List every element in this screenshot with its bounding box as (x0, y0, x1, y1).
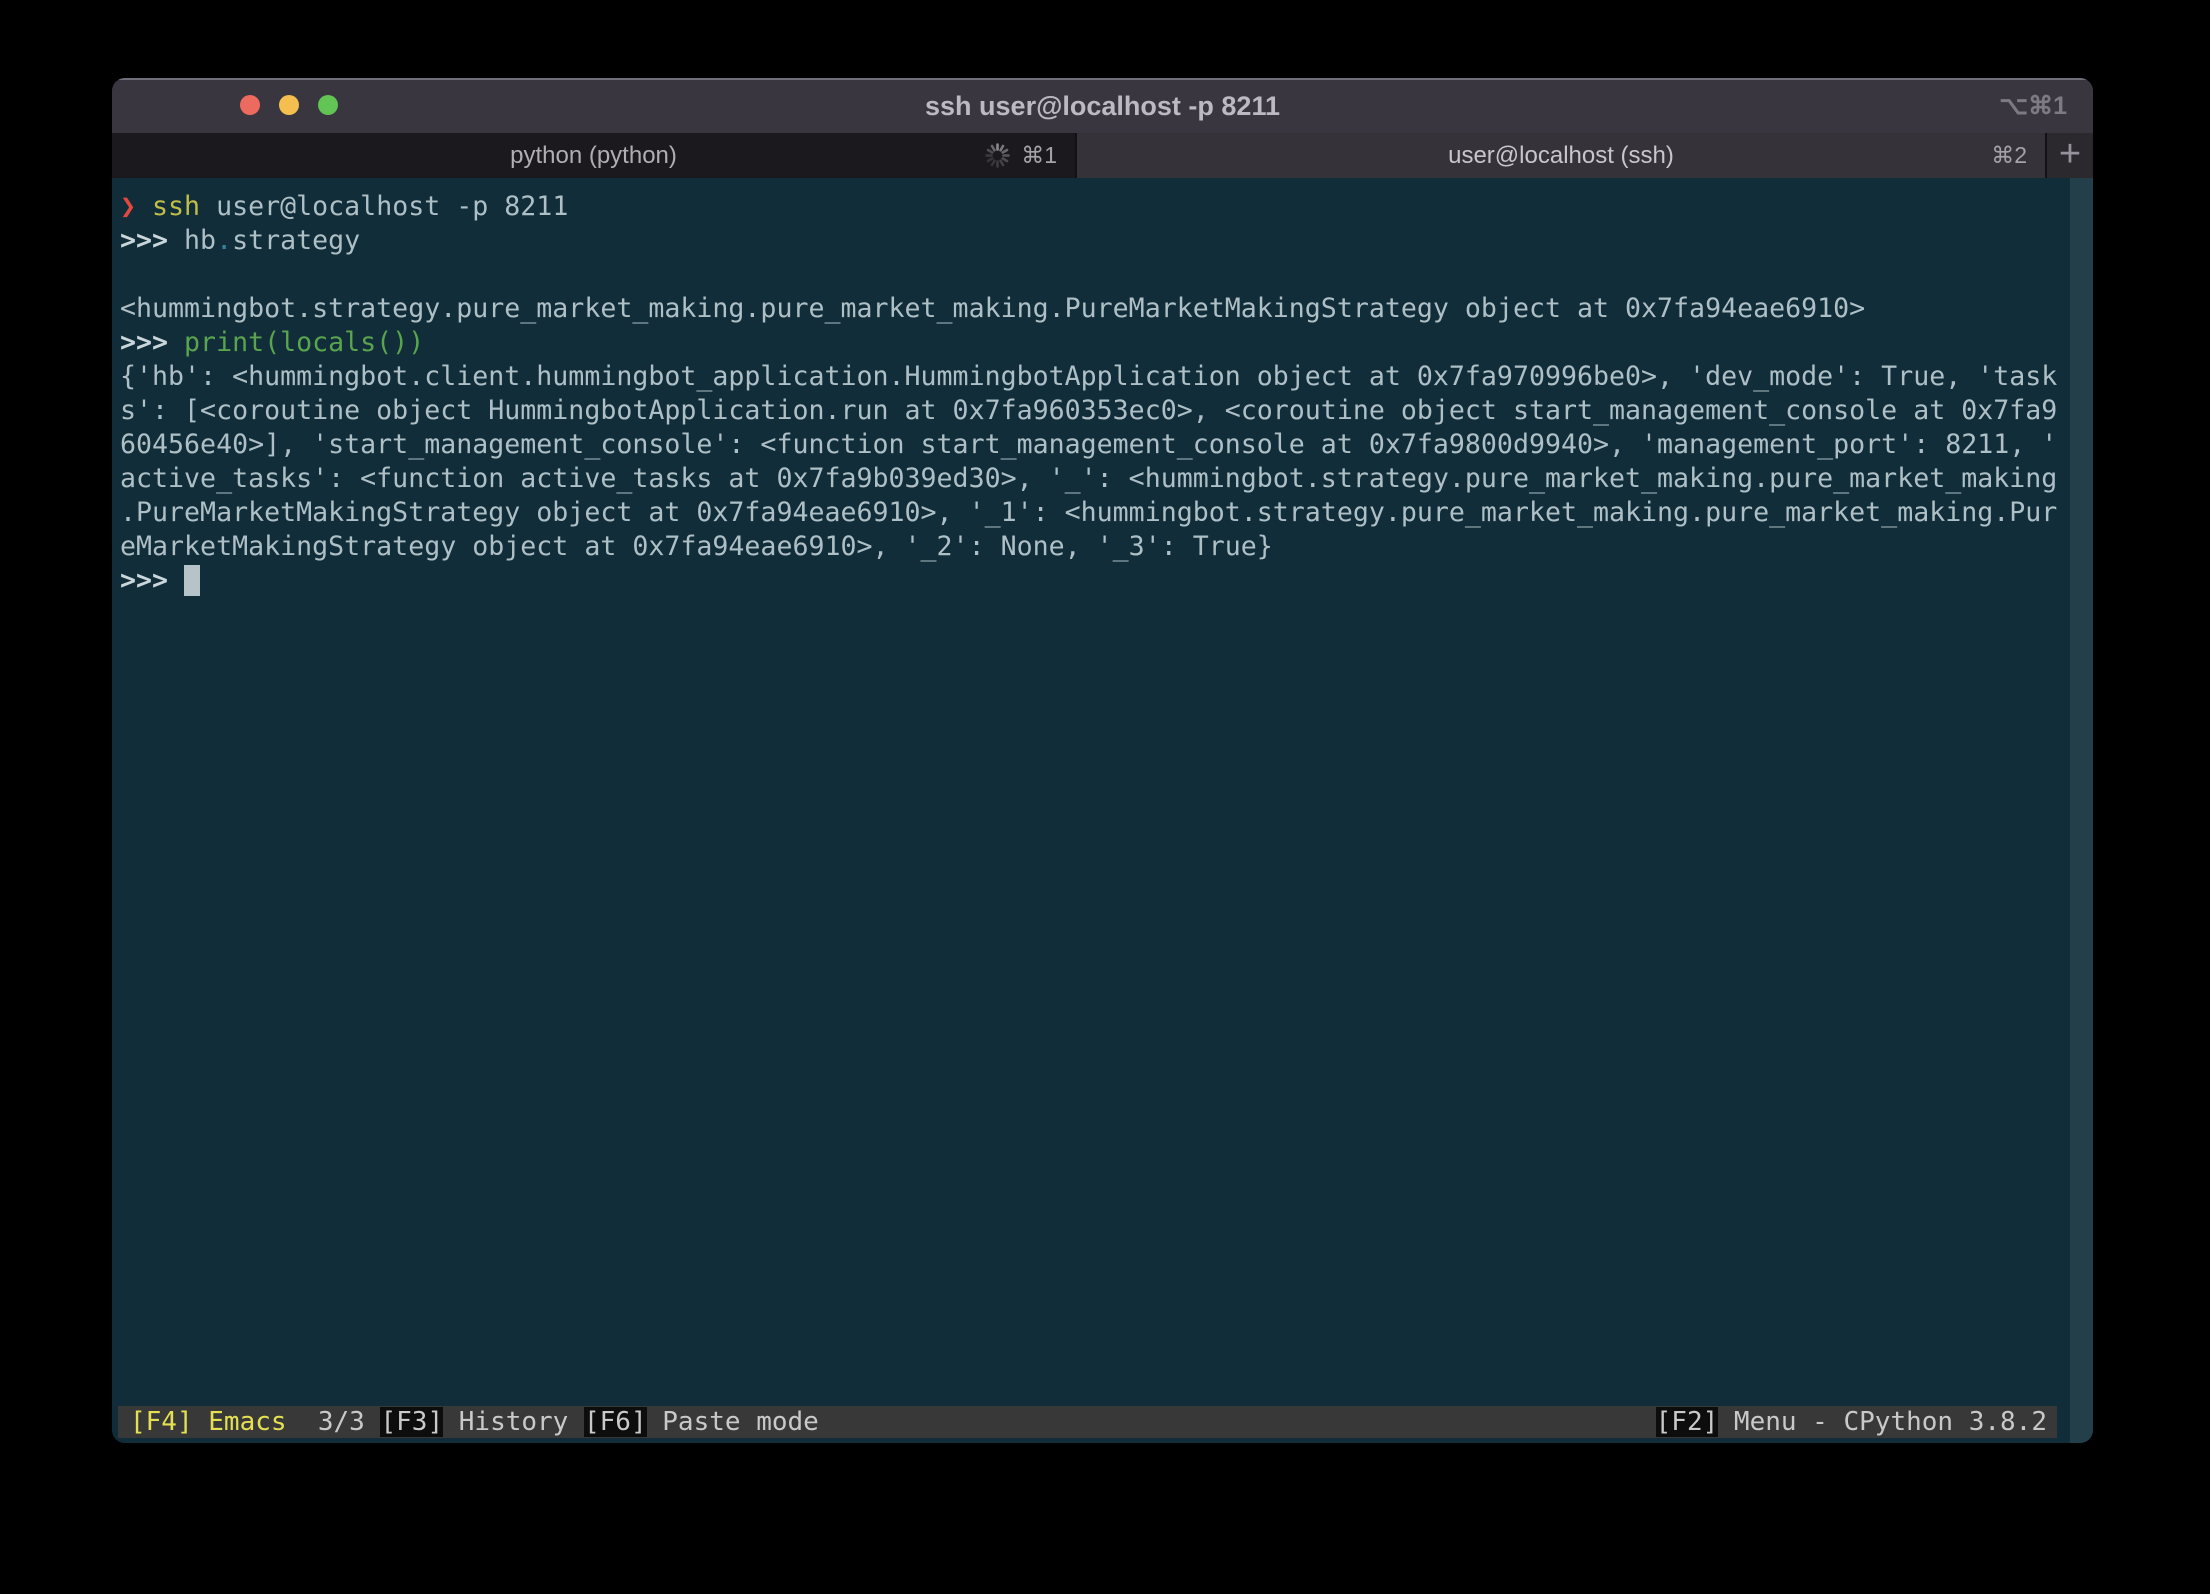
terminal-text-segment: 60456e40>], 'start_management_console': … (120, 429, 2057, 460)
busy-spinner-icon (984, 142, 1011, 169)
window-shortcut-hint: ⌥⌘1 (1999, 78, 2067, 133)
status-segment: [F4] Emacs (130, 1407, 287, 1437)
terminal-line: eMarketMakingStrategy object at 0x7fa94e… (120, 530, 2063, 564)
terminal-text-segment: user@localhost -p 8211 (200, 191, 568, 222)
tab-ssh-label: user@localhost (ssh) (1077, 133, 2045, 178)
terminal-window: ssh user@localhost -p 8211 ⌥⌘1 python (p… (112, 78, 2093, 1443)
status-segment: Paste mode (647, 1407, 819, 1437)
status-segment: History (443, 1407, 584, 1437)
terminal-text-segment: . (216, 225, 232, 256)
terminal-text-segment: ssh (152, 191, 200, 222)
status-segment: [F2] (1656, 1407, 1719, 1437)
terminal-line: >>> (120, 564, 2063, 598)
window-title: ssh user@localhost -p 8211 (112, 78, 2093, 133)
tab-python[interactable]: python (python) (112, 133, 1077, 178)
terminal-line: 60456e40>], 'start_management_console': … (120, 428, 2063, 462)
status-segment: 3/3 (318, 1407, 365, 1437)
titlebar[interactable]: ssh user@localhost -p 8211 ⌥⌘1 (112, 78, 2093, 133)
tab-ssh[interactable]: user@localhost (ssh) ⌘2 (1077, 133, 2047, 178)
status-segment: [F6] (584, 1407, 647, 1437)
terminal-screen[interactable]: ❯ ssh user@localhost -p 8211>>> hb.strat… (112, 178, 2093, 1443)
terminal-line: >>> hb.strategy (120, 224, 2063, 258)
terminal-text-segment: active_tasks': <function active_tasks at… (120, 463, 2057, 494)
terminal-line: ❯ ssh user@localhost -p 8211 (120, 190, 2063, 224)
status-segment (365, 1407, 381, 1437)
terminal-output: ❯ ssh user@localhost -p 8211>>> hb.strat… (120, 190, 2063, 598)
terminal-line: .PureMarketMakingStrategy object at 0x7f… (120, 496, 2063, 530)
status-bar: [F4] Emacs 3/3 [F3] History [F6] Paste m… (118, 1406, 2057, 1438)
terminal-text-segment: <hummingbot.strategy.pure_market_making.… (120, 293, 1865, 324)
status-segment: Menu - CPython 3.8.2 (1718, 1407, 2047, 1437)
status-left: [F4] Emacs 3/3 [F3] History [F6] Paste m… (130, 1406, 819, 1438)
text-cursor (184, 565, 200, 596)
terminal-line: s': [<coroutine object HummingbotApplica… (120, 394, 2063, 428)
terminal-line: <hummingbot.strategy.pure_market_making.… (120, 292, 2063, 326)
status-right: [F2] Menu - CPython 3.8.2 (1656, 1406, 2047, 1438)
tab-bar: python (python) (112, 133, 2093, 178)
tab-python-label: python (python) (112, 133, 1075, 178)
terminal-text-segment: s': [<coroutine object HummingbotApplica… (120, 395, 2057, 426)
terminal-text-segment: print(locals()) (184, 327, 424, 358)
tab-ssh-shortcut: ⌘2 (1991, 142, 2027, 169)
new-tab-button[interactable]: + (2047, 133, 2093, 178)
terminal-text-segment (136, 191, 152, 222)
terminal-text-segment: strategy (232, 225, 360, 256)
status-segment (287, 1407, 318, 1437)
terminal-text-segment: >>> (120, 565, 184, 596)
terminal-line: {'hb': <hummingbot.client.hummingbot_app… (120, 360, 2063, 394)
terminal-text-segment: {'hb': <hummingbot.client.hummingbot_app… (120, 361, 2057, 392)
terminal-text-segment: .PureMarketMakingStrategy object at 0x7f… (120, 497, 2057, 528)
terminal-text-segment: hb (184, 225, 216, 256)
terminal-text-segment: ❯ (120, 191, 136, 222)
scrollbar[interactable] (2070, 178, 2093, 1443)
plus-icon: + (2059, 135, 2081, 173)
terminal-text-segment: >>> (120, 225, 184, 256)
terminal-text-segment: >>> (120, 327, 184, 358)
terminal-line: active_tasks': <function active_tasks at… (120, 462, 2063, 496)
terminal-line (120, 258, 2063, 292)
terminal-text-segment: eMarketMakingStrategy object at 0x7fa94e… (120, 531, 1273, 562)
terminal-line: >>> print(locals()) (120, 326, 2063, 360)
tab-python-shortcut: ⌘1 (1021, 142, 1057, 169)
status-segment: [F3] (380, 1407, 443, 1437)
